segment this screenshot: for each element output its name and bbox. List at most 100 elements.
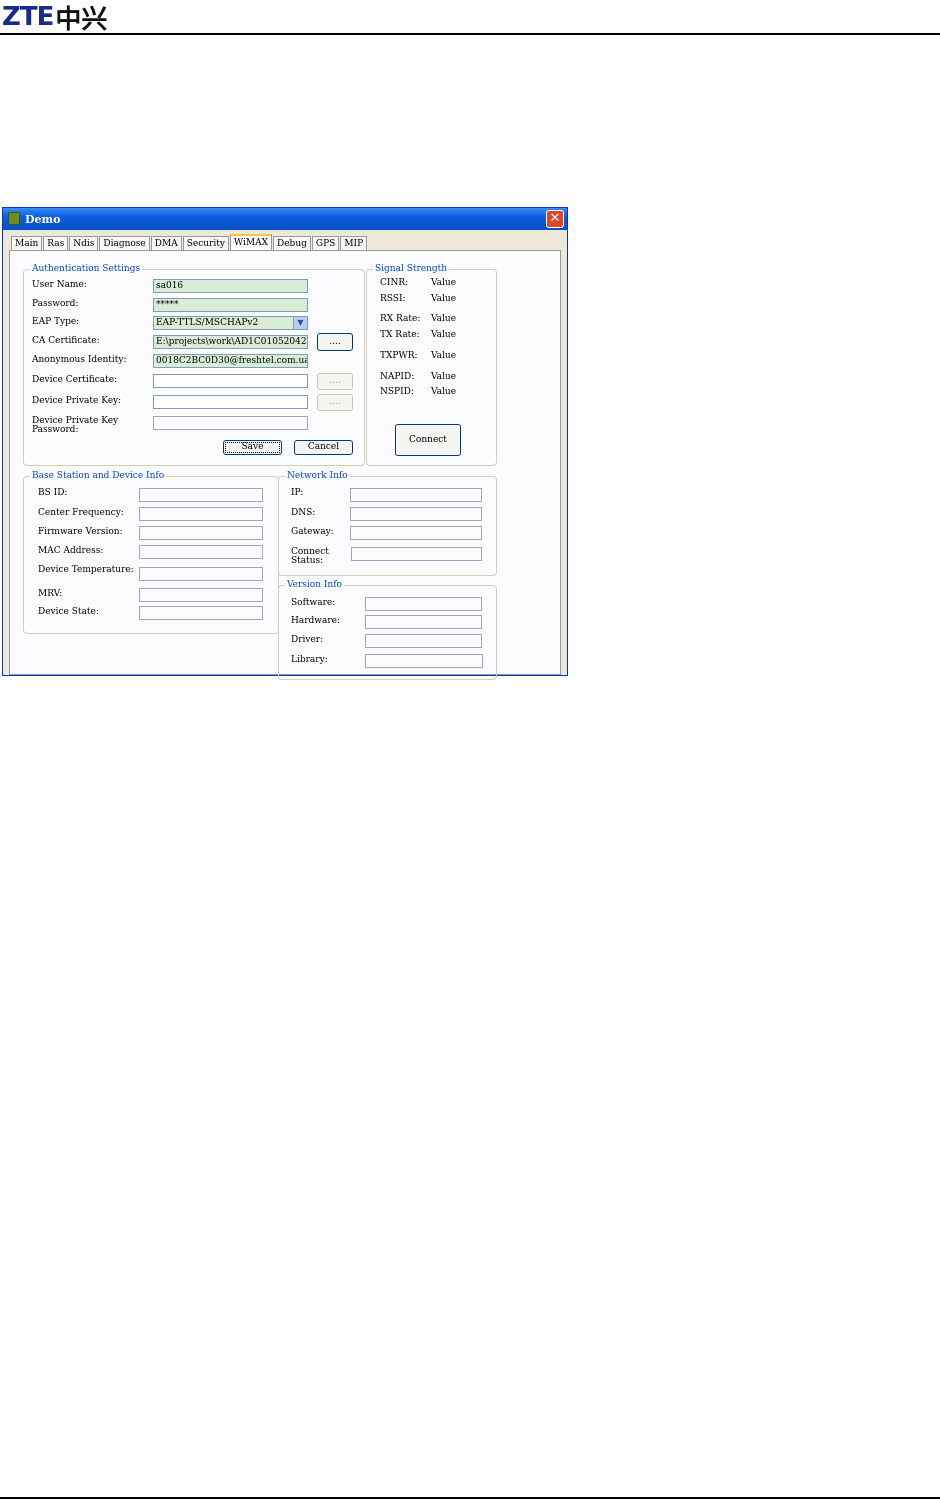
device-state-label: Device State:: [38, 607, 99, 617]
software-field[interactable]: [365, 597, 482, 611]
gateway-field[interactable]: [350, 526, 482, 540]
tab-gps[interactable]: GPS: [311, 236, 340, 251]
bs-id-label: BS ID:: [38, 488, 68, 498]
rssi-value: Value: [431, 294, 457, 304]
ip-label: IP:: [291, 488, 304, 498]
auth-settings-group: Authentication Settings User Name: sa016…: [23, 264, 365, 466]
chevron-down-icon[interactable]: ▼: [293, 317, 307, 329]
zte-logo: ZTE 中兴: [2, 2, 107, 35]
center-frequency-field[interactable]: [139, 507, 263, 521]
device-private-key-field[interactable]: [153, 395, 308, 409]
mrv-field[interactable]: [139, 588, 263, 602]
tx-rate-value: Value: [431, 330, 457, 340]
base-station-group: Base Station and Device Info BS ID: Cent…: [23, 471, 279, 634]
dns-label: DNS:: [291, 508, 316, 518]
close-button[interactable]: ✕: [546, 210, 564, 228]
hardware-label: Hardware:: [291, 616, 341, 626]
auth-settings-title: Authentication Settings: [30, 264, 143, 274]
version-info-group: Version Info Software: Hardware: Driver:…: [278, 580, 497, 680]
software-label: Software:: [291, 598, 336, 608]
tab-strip: Main Ras Ndis Diagnose DMA Security WiMA…: [11, 234, 368, 252]
driver-field[interactable]: [365, 634, 482, 648]
device-certificate-field[interactable]: [153, 374, 308, 388]
title-bar[interactable]: Demo ✕: [3, 208, 567, 230]
txpwr-value: Value: [431, 351, 457, 361]
user-name-label: User Name:: [32, 280, 87, 290]
signal-strength-group: Signal Strength CINR: Value RSSI: Value …: [366, 264, 497, 466]
anonymous-identity-label: Anonymous Identity:: [32, 355, 127, 365]
app-icon: [8, 212, 20, 225]
dns-field[interactable]: [350, 507, 482, 521]
ca-certificate-browse-button[interactable]: ....: [317, 333, 353, 351]
tx-rate-label: TX Rate:: [380, 330, 420, 340]
firmware-version-field[interactable]: [139, 526, 263, 540]
rx-rate-value: Value: [431, 314, 457, 324]
save-button[interactable]: Save: [223, 440, 282, 455]
tab-dma[interactable]: DMA: [150, 236, 182, 251]
tab-ras[interactable]: Ras: [43, 236, 69, 251]
wimax-tab-page: Authentication Settings User Name: sa016…: [9, 250, 561, 680]
eap-type-value: EAP-TTLS/MSCHAPv2: [156, 318, 259, 328]
library-label: Library:: [291, 655, 328, 665]
bs-id-field[interactable]: [139, 488, 263, 502]
eap-type-select[interactable]: EAP-TTLS/MSCHAPv2 ▼: [153, 316, 308, 330]
anonymous-identity-field[interactable]: 0018C2BC0D30@freshtel.com.ua: [153, 354, 308, 368]
napid-value: Value: [431, 372, 457, 382]
cinr-label: CINR:: [380, 278, 409, 288]
driver-label: Driver:: [291, 635, 324, 645]
library-field[interactable]: [365, 654, 483, 668]
mac-address-field[interactable]: [139, 545, 263, 559]
tab-ndis[interactable]: Ndis: [69, 236, 99, 251]
device-private-key-password-field[interactable]: [153, 416, 308, 430]
version-info-title: Version Info: [285, 580, 344, 590]
signal-strength-title: Signal Strength: [373, 264, 450, 274]
password-field[interactable]: *****: [153, 298, 308, 312]
window-title: Demo: [25, 213, 61, 226]
tab-mip[interactable]: MIP: [340, 236, 368, 251]
cancel-button[interactable]: Cancel: [294, 440, 353, 455]
tab-security[interactable]: Security: [182, 236, 229, 251]
center-frequency-label: Center Frequency:: [38, 508, 124, 518]
header-rule: [0, 33, 940, 35]
rx-rate-label: RX Rate:: [380, 314, 421, 324]
connect-button[interactable]: Connect: [395, 424, 461, 456]
page-header: ZTE 中兴: [0, 0, 940, 36]
password-label: Password:: [32, 299, 79, 309]
logo-latin: ZTE: [2, 2, 54, 32]
network-info-group: Network Info IP: DNS: Gateway: Connect S…: [278, 471, 497, 576]
logo-chinese: 中兴: [55, 4, 108, 35]
gateway-label: Gateway:: [291, 527, 334, 537]
tab-diagnose[interactable]: Diagnose: [99, 236, 150, 251]
ca-certificate-field[interactable]: E:\projects\work\AD1C01052042\A: [153, 335, 308, 349]
ca-certificate-label: CA Certificate:: [32, 336, 100, 346]
nspid-value: Value: [431, 387, 457, 397]
device-temperature-label: Device Temperature:: [38, 565, 134, 575]
txpwr-label: TXPWR:: [380, 351, 418, 361]
footer-rule: [0, 1497, 940, 1499]
network-info-title: Network Info: [285, 471, 350, 481]
device-temperature-field[interactable]: [139, 567, 263, 581]
device-private-key-browse-button[interactable]: ....: [317, 394, 353, 411]
eap-type-label: EAP Type:: [32, 317, 80, 327]
device-certificate-label: Device Certificate:: [32, 375, 118, 385]
cinr-value: Value: [431, 278, 457, 288]
demo-window: Demo ✕ Main Ras Ndis Diagnose DMA Securi…: [2, 207, 568, 680]
napid-label: NAPID:: [380, 372, 415, 382]
user-name-field[interactable]: sa016: [153, 279, 308, 293]
hardware-field[interactable]: [365, 615, 482, 629]
device-certificate-browse-button[interactable]: ....: [317, 373, 353, 390]
ip-field[interactable]: [350, 488, 482, 502]
tab-main[interactable]: Main: [11, 236, 43, 251]
mrv-label: MRV:: [38, 589, 63, 599]
connect-status-field[interactable]: [351, 547, 482, 561]
base-station-title: Base Station and Device Info: [30, 471, 167, 481]
device-private-key-label: Device Private Key:: [32, 396, 122, 406]
firmware-version-label: Firmware Version:: [38, 527, 123, 537]
device-state-field[interactable]: [139, 606, 263, 620]
tab-debug[interactable]: Debug: [273, 236, 311, 251]
nspid-label: NSPID:: [380, 387, 414, 397]
rssi-label: RSSI:: [380, 294, 406, 304]
mac-address-label: MAC Address:: [38, 546, 104, 556]
device-private-key-password-label-line2: Password:: [32, 425, 79, 435]
connect-status-label-line2: Status:: [291, 556, 324, 566]
